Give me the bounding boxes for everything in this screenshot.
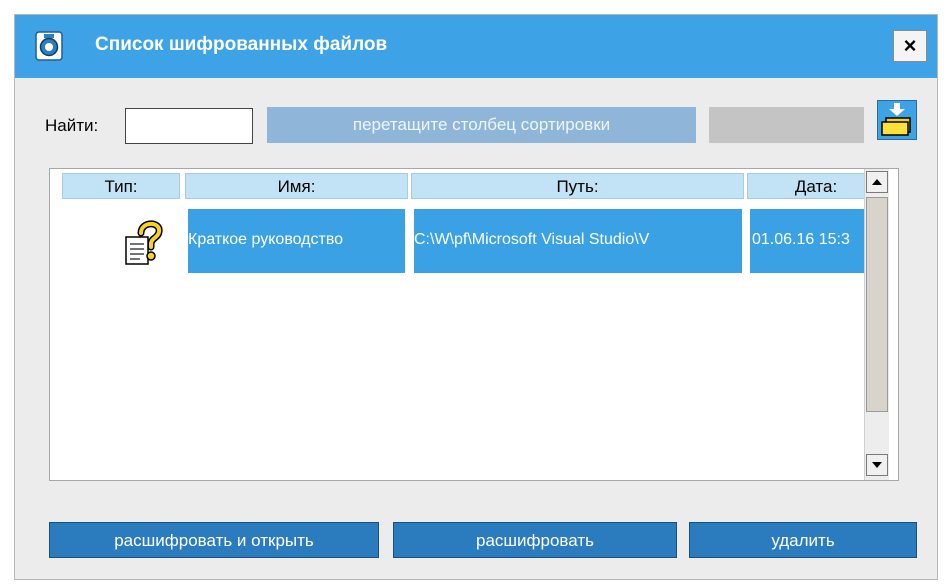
encrypted-files-window: Список шифрованных файлов × Найти: перет… bbox=[14, 14, 938, 580]
row-path-cell[interactable]: C:\W\pf\Microsoft Visual Studio\V bbox=[414, 209, 742, 273]
decrypt-button[interactable]: расшифровать bbox=[393, 522, 677, 558]
column-header-type[interactable]: Тип: bbox=[62, 173, 180, 199]
column-header-path[interactable]: Путь: bbox=[411, 173, 744, 199]
vertical-scrollbar[interactable] bbox=[864, 169, 889, 480]
column-header-name[interactable]: Имя: bbox=[185, 173, 408, 199]
filter-field[interactable] bbox=[709, 107, 864, 143]
files-table: Тип: Имя: Путь: Дата: Краткое руководств… bbox=[49, 168, 899, 481]
find-input[interactable] bbox=[125, 108, 253, 144]
find-label: Найти: bbox=[45, 116, 99, 135]
open-folder-button[interactable] bbox=[877, 100, 917, 140]
window-title: Список шифрованных файлов bbox=[95, 34, 388, 55]
close-button[interactable]: × bbox=[893, 30, 927, 62]
sort-column-drop-zone[interactable]: перетащите столбец сортировки bbox=[267, 107, 696, 143]
decrypt-and-open-button[interactable]: расшифровать и открыть bbox=[49, 522, 379, 558]
title-bar[interactable]: Список шифрованных файлов × bbox=[15, 15, 937, 78]
help-document-icon[interactable] bbox=[124, 219, 164, 267]
app-lock-icon bbox=[35, 31, 63, 61]
folder-icon bbox=[881, 103, 911, 136]
arrow-down-icon bbox=[872, 462, 882, 468]
scroll-down-button[interactable] bbox=[866, 454, 888, 476]
scroll-up-button[interactable] bbox=[866, 171, 888, 193]
delete-button[interactable]: удалить bbox=[689, 522, 917, 558]
scroll-thumb[interactable] bbox=[866, 197, 888, 412]
arrow-up-icon bbox=[872, 179, 882, 185]
row-name-cell[interactable]: Краткое руководство bbox=[188, 209, 405, 273]
